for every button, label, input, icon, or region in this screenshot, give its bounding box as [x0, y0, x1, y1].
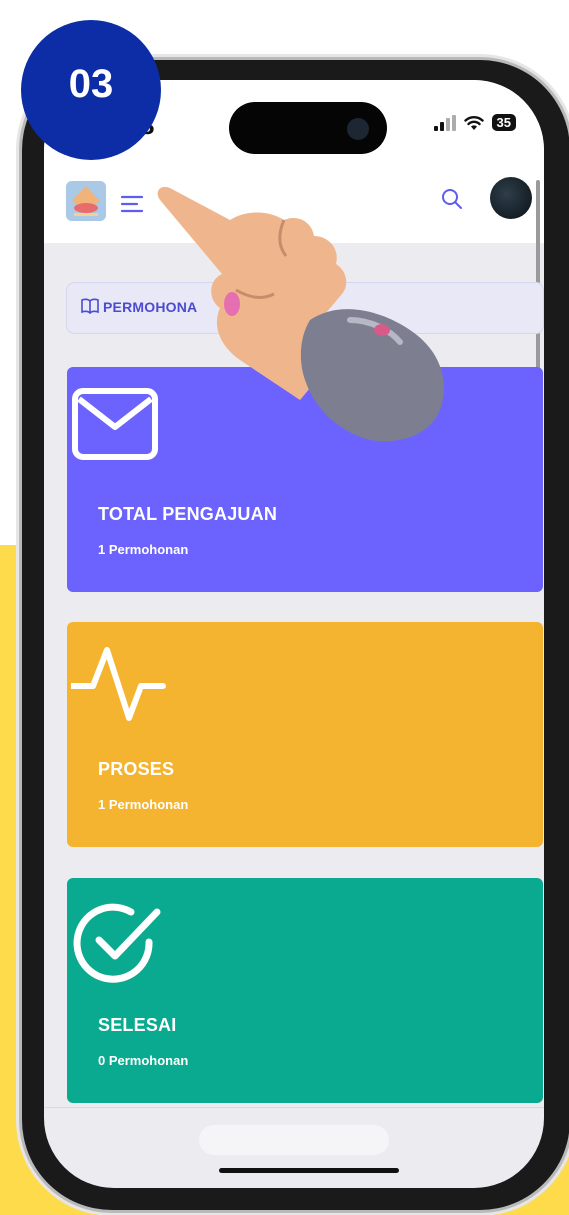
- hamburger-icon[interactable]: [120, 195, 144, 213]
- footer-divider: [44, 1107, 544, 1108]
- avatar[interactable]: [490, 177, 532, 219]
- card-title: PROSES: [98, 759, 175, 779]
- dynamic-island: [229, 102, 387, 154]
- step-badge: 03: [21, 20, 161, 160]
- card-title: TOTAL PENGAJUAN: [98, 504, 278, 524]
- home-indicator[interactable]: [219, 1168, 399, 1173]
- book-icon: [81, 298, 99, 314]
- pointing-hand-icon: [157, 186, 444, 442]
- card-title: SELESAI: [98, 1015, 177, 1035]
- activity-icon: [71, 647, 166, 721]
- battery-icon: 35: [491, 114, 516, 131]
- wifi-icon: [463, 115, 484, 130]
- card-proses[interactable]: PROSES 1 Permohonan: [67, 622, 543, 847]
- mail-icon: [72, 388, 158, 460]
- camera-icon: [347, 118, 369, 140]
- card-subtitle: 1 Permohonan: [98, 797, 189, 812]
- card-selesai[interactable]: SELESAI 0 Permohonan: [67, 878, 543, 1103]
- signal-icon: [433, 114, 456, 131]
- card-subtitle: 1 Permohonan: [98, 542, 189, 557]
- card-subtitle: 0 Permohonan: [98, 1053, 189, 1068]
- check-circle-icon: [73, 903, 161, 983]
- scrollbar[interactable]: [536, 180, 540, 376]
- status-icons: 35: [433, 114, 516, 131]
- bottom-bar: [199, 1125, 389, 1155]
- step-number: 03: [68, 62, 114, 106]
- app-logo[interactable]: [66, 181, 106, 221]
